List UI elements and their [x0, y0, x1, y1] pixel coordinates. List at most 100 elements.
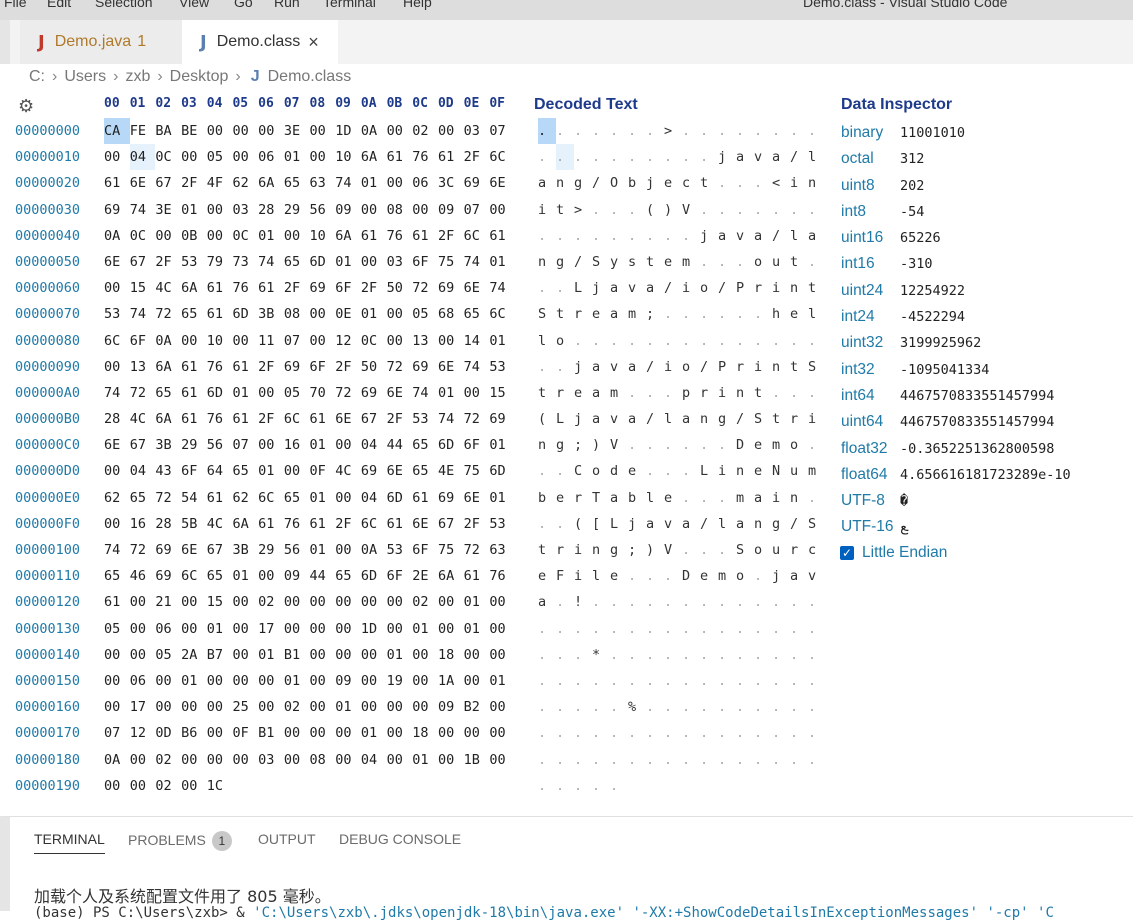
hex-byte[interactable]: 00	[104, 773, 130, 799]
hex-byte[interactable]: 07	[489, 118, 515, 144]
hex-byte[interactable]: 10	[310, 223, 336, 249]
decoded-char[interactable]: V	[664, 537, 682, 563]
decoded-char[interactable]: <	[772, 170, 790, 196]
decoded-char[interactable]: .	[718, 720, 736, 746]
decoded-char[interactable]: g	[556, 432, 574, 458]
hex-byte[interactable]: 00	[361, 249, 387, 275]
decoded-char[interactable]: a	[646, 275, 664, 301]
hex-byte[interactable]: 63	[489, 537, 515, 563]
decoded-char[interactable]: .	[808, 197, 826, 223]
hex-byte[interactable]: 15	[207, 589, 233, 615]
hex-byte[interactable]: 08	[284, 301, 310, 327]
decoded-char[interactable]: i	[718, 458, 736, 484]
decoded-char[interactable]: m	[682, 249, 700, 275]
decoded-char[interactable]: .	[754, 563, 772, 589]
hex-byte[interactable]: 0A	[155, 328, 181, 354]
decoded-char[interactable]: e	[664, 485, 682, 511]
hex-byte[interactable]: 6E	[387, 458, 413, 484]
decoded-char[interactable]: .	[664, 458, 682, 484]
decoded-char[interactable]: /	[664, 275, 682, 301]
hex-byte[interactable]: 61	[181, 354, 207, 380]
hex-byte[interactable]: 0F	[232, 720, 258, 746]
decoded-char[interactable]: .	[574, 328, 592, 354]
decoded-char[interactable]: .	[754, 170, 772, 196]
decoded-char[interactable]: t	[538, 380, 556, 406]
decoded-char[interactable]: D	[736, 432, 754, 458]
decoded-char[interactable]: .	[718, 197, 736, 223]
hex-byte[interactable]: 61	[387, 144, 413, 170]
hex-byte[interactable]: 61	[207, 275, 233, 301]
decoded-char[interactable]: V	[610, 432, 628, 458]
decoded-char[interactable]: .	[718, 170, 736, 196]
hex-byte[interactable]: 00	[181, 694, 207, 720]
hex-byte[interactable]: 00	[335, 720, 361, 746]
hex-byte[interactable]: 76	[489, 563, 515, 589]
hex-byte[interactable]: 6A	[258, 170, 284, 196]
decoded-char[interactable]: i	[574, 537, 592, 563]
hex-byte[interactable]: 2F	[464, 511, 490, 537]
menu-selection[interactable]: Selection	[95, 0, 153, 10]
decoded-char[interactable]: .	[790, 694, 808, 720]
hex-byte[interactable]: 61	[104, 170, 130, 196]
decoded-char[interactable]: .	[538, 354, 556, 380]
decoded-char[interactable]: .	[538, 747, 556, 773]
decoded-char[interactable]: n	[736, 380, 754, 406]
decoded-char[interactable]: .	[682, 144, 700, 170]
decoded-char[interactable]: a	[538, 170, 556, 196]
decoded-char[interactable]: .	[682, 668, 700, 694]
decoded-char[interactable]: .	[628, 380, 646, 406]
hex-byte[interactable]: 69	[155, 563, 181, 589]
hex-byte[interactable]: 14	[464, 328, 490, 354]
decoded-char[interactable]: e	[538, 563, 556, 589]
menu-edit[interactable]: Edit	[47, 0, 71, 10]
hex-byte[interactable]: 61	[438, 144, 464, 170]
hex-byte[interactable]: 16	[284, 432, 310, 458]
decoded-char[interactable]: i	[772, 275, 790, 301]
hex-byte[interactable]: 07	[284, 328, 310, 354]
decoded-char[interactable]: .	[628, 589, 646, 615]
decoded-char[interactable]: a	[754, 485, 772, 511]
hex-byte[interactable]: 79	[207, 249, 233, 275]
hex-byte[interactable]: 00	[387, 720, 413, 746]
hex-byte[interactable]: 69	[155, 537, 181, 563]
tab-terminal[interactable]: TERMINAL	[34, 831, 105, 854]
decoded-char[interactable]: .	[808, 589, 826, 615]
decoded-char[interactable]: /	[646, 406, 664, 432]
decoded-char[interactable]: .	[736, 118, 754, 144]
hex-byte[interactable]: 61	[387, 511, 413, 537]
decoded-char[interactable]: .	[646, 432, 664, 458]
decoded-char[interactable]: .	[718, 589, 736, 615]
decoded-char[interactable]: .	[772, 589, 790, 615]
hex-byte[interactable]: 00	[232, 668, 258, 694]
hex-byte[interactable]: 4C	[335, 458, 361, 484]
hex-byte[interactable]: 74	[258, 249, 284, 275]
decoded-char[interactable]: .	[592, 747, 610, 773]
hex-byte[interactable]: 46	[130, 563, 156, 589]
hex-byte[interactable]: 53	[181, 249, 207, 275]
hex-byte[interactable]: 00	[335, 432, 361, 458]
decoded-char[interactable]: o	[682, 354, 700, 380]
hex-byte[interactable]: 00	[387, 616, 413, 642]
hex-byte[interactable]: 00	[155, 694, 181, 720]
decoded-char[interactable]: .	[682, 458, 700, 484]
decoded-char[interactable]: v	[610, 354, 628, 380]
hex-byte[interactable]: 56	[284, 537, 310, 563]
decoded-char[interactable]: .	[682, 589, 700, 615]
decoded-char[interactable]: .	[754, 747, 772, 773]
decoded-char[interactable]: .	[682, 118, 700, 144]
decoded-char[interactable]: .	[808, 380, 826, 406]
decoded-char[interactable]: .	[628, 118, 646, 144]
hex-byte[interactable]: 29	[181, 432, 207, 458]
hex-byte[interactable]: 01	[489, 485, 515, 511]
hex-byte[interactable]: 00	[232, 144, 258, 170]
hex-byte[interactable]: 2F	[387, 406, 413, 432]
decoded-char[interactable]: .	[538, 275, 556, 301]
decoded-char[interactable]: j	[592, 275, 610, 301]
hex-byte[interactable]: 01	[284, 668, 310, 694]
hex-byte[interactable]: 12	[335, 328, 361, 354]
decoded-char[interactable]: .	[682, 223, 700, 249]
decoded-char[interactable]: v	[610, 406, 628, 432]
decoded-char[interactable]: j	[700, 223, 718, 249]
decoded-char[interactable]: .	[574, 668, 592, 694]
decoded-char[interactable]: b	[628, 170, 646, 196]
